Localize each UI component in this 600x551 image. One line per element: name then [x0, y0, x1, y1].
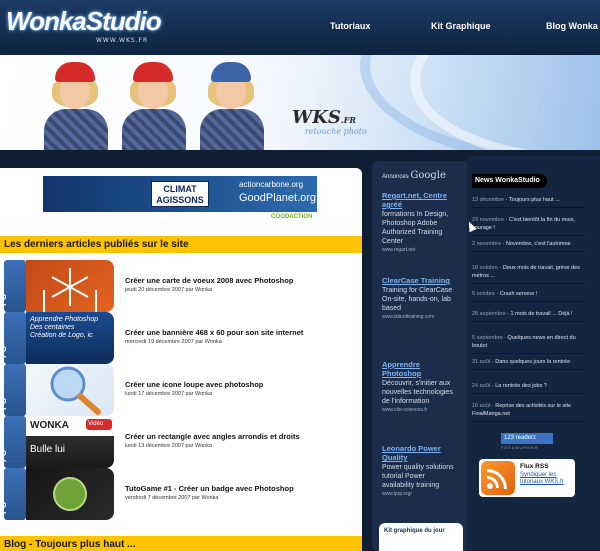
snowflake-icon: [43, 268, 97, 312]
rss-icon: [481, 461, 515, 495]
rss-title: Flux RSS: [520, 463, 549, 470]
news-item[interactable]: 23 novembre · C'est bientôt la fin du mo…: [472, 216, 585, 236]
article-title[interactable]: Créer une bannière 468 x 60 pour son sit…: [125, 328, 303, 337]
kit-du-jour-box[interactable]: Kit graphique du jour: [379, 523, 463, 551]
ad-banner[interactable]: CLIMAT AGISSONS actioncarbone.org GoodPl…: [43, 176, 317, 212]
ps-badge: PS: [0, 468, 26, 520]
news-item[interactable]: 31 août · Dans quelques jours la rentrée: [472, 358, 585, 370]
articles-section-title: Les derniers articles publiés sur le sit…: [0, 236, 362, 253]
google-ad[interactable]: Apprendre Photoshop Découvrir, s'initier…: [382, 360, 454, 413]
article-title[interactable]: Créer une carte de voeux 2008 avec Photo…: [125, 276, 293, 285]
site-header: WonkaStudio WWW.WKS.FR Tutoriaux Kit Gra…: [0, 0, 600, 55]
header-banner: [0, 55, 600, 150]
banner-person-photo: [118, 57, 190, 150]
ad-text: Découvrir, s'initier aux nouvelles techn…: [382, 380, 453, 405]
news-item[interactable]: 2 novembre · Novembre, c'est l'automne: [472, 240, 585, 252]
ad-url[interactable]: www.lpqi.org/: [382, 491, 454, 497]
article-item[interactable]: PS TutoGame #1 - Créer un badge avec Pho…: [0, 468, 360, 520]
article-title[interactable]: TutoGame #1 - Créer un badge avec Photos…: [125, 484, 294, 493]
nav-kit-graphique[interactable]: Kit Graphique: [431, 21, 491, 31]
banner-person-photo: [40, 57, 112, 150]
article-thumbnail[interactable]: [26, 468, 114, 520]
main-content: CLIMAT AGISSONS actioncarbone.org GoodPl…: [0, 168, 362, 551]
article-item[interactable]: PS Créer une carte de voeux 2008 avec Ph…: [0, 260, 360, 312]
article-date: vendredi 7 décembre 2007 par Wonka: [125, 495, 219, 501]
rss-feed-box[interactable]: Flux RSS Syndiquer les tutoriaux WKS.fr: [479, 459, 575, 497]
google-ads-column: Annonces Google Regart.net, Centre agréé…: [372, 161, 472, 551]
badge-icon: [53, 477, 87, 511]
ad-url[interactable]: www.regart.net: [382, 247, 454, 253]
ad-climat-box: CLIMAT AGISSONS: [151, 181, 209, 207]
article-date: jeudi 20 décembre 2007 par Wonka: [125, 287, 213, 293]
ad-url[interactable]: www.cite-sciences.fr: [382, 407, 454, 413]
news-item[interactable]: 28 septembre · 1 mois de travail ... Déj…: [472, 310, 585, 322]
news-column: News WonkaStudio 13 décembre · Toujours …: [467, 156, 600, 551]
kit-du-jour-label: Kit graphique du jour: [384, 528, 445, 534]
ad-text: Training for ClearCase On-site, hands-on…: [382, 287, 453, 312]
wks-tagline: retouche photo: [305, 127, 367, 136]
article-title[interactable]: Créer un rectangle avec angles arrondis …: [125, 432, 300, 441]
readerz-provider: FEEDBURNER: [501, 445, 539, 450]
blog-section-title: Blog - Toujours plus haut ...: [0, 536, 362, 551]
article-title[interactable]: Créer une icone loupe avec photoshop: [125, 380, 263, 389]
news-item[interactable]: 24 août · La rentrée des jobs ?: [472, 382, 585, 394]
news-item[interactable]: 18 octobre · Deux mois de travail, grève…: [472, 264, 585, 284]
ad-text: Power quality solutions tutorial Power a…: [382, 464, 454, 489]
news-item[interactable]: 5 septembre · Quelques news en direct du…: [472, 334, 585, 354]
news-section-title: News WonkaStudio: [472, 174, 547, 188]
ps-badge: PS: [0, 260, 26, 312]
ad-goodaction-label: GOODACTION: [271, 214, 313, 220]
wks-logo: WKS.FR: [292, 107, 356, 128]
thumbnail-caption: Apprendre Photoshop Des centaines Créati…: [30, 316, 99, 339]
ad-title[interactable]: Regart.net, Centre agréé: [382, 191, 454, 209]
article-date: mercredi 19 décembre 2007 par Wonka: [125, 339, 222, 345]
article-item[interactable]: PS Apprendre Photoshop Des centaines Cré…: [0, 312, 360, 364]
ad-title[interactable]: ClearCase Training: [382, 276, 454, 285]
nav-blog-wonka[interactable]: Blog Wonka: [546, 21, 598, 31]
logo-subtitle: WWW.WKS.FR: [96, 37, 149, 44]
ps-badge: PS: [0, 364, 26, 416]
readerz-badge[interactable]: 123 readerz: [501, 433, 553, 444]
ad-url[interactable]: www.islandtraining.com: [382, 314, 454, 320]
ps-badge: PS: [0, 312, 26, 364]
site-logo[interactable]: WonkaStudio WWW.WKS.FR: [6, 6, 162, 48]
news-item[interactable]: 13 décembre · Toujours plus haut ...: [472, 196, 585, 208]
google-ad[interactable]: ClearCase Training Training for ClearCas…: [382, 276, 454, 320]
google-ads-label: Annonces Google: [382, 170, 446, 181]
nav-tutoriaux[interactable]: Tutoriaux: [330, 21, 370, 31]
news-item[interactable]: 5 octobre · Crash serveur !: [472, 290, 585, 302]
ps-badge: PS: [0, 416, 26, 468]
article-thumbnail[interactable]: [26, 260, 114, 312]
magnifier-icon: [50, 366, 101, 415]
banner-person-photo: [196, 57, 268, 150]
ad-brand-goodplanet: GoodPlanet.org: [239, 192, 317, 204]
logo-text: WonkaStudio: [6, 6, 162, 36]
article-thumbnail[interactable]: WONKA Vidéo Bulle lui: [26, 416, 114, 468]
ad-title[interactable]: Apprendre Photoshop: [382, 360, 454, 378]
article-thumbnail[interactable]: [26, 364, 114, 416]
article-date: lundi 17 décembre 2007 par Wonka: [125, 391, 213, 397]
ad-text: formations In Design, Photoshop Adobe Au…: [382, 211, 449, 245]
google-ad[interactable]: Leonardo Power Quality Power quality sol…: [382, 444, 454, 497]
rss-link[interactable]: Syndiquer les tutoriaux WKS.fr: [520, 472, 574, 486]
article-item[interactable]: PS WONKA Vidéo Bulle lui Créer un rectan…: [0, 416, 360, 468]
article-item[interactable]: PS Créer une icone loupe avec photoshop …: [0, 364, 360, 416]
article-date: lundi 13 décembre 2007 par Wonka: [125, 443, 213, 449]
news-item[interactable]: 16 août · Reprise des activités sur le s…: [472, 402, 585, 422]
ad-brand-actioncarbone: actioncarbone.org: [239, 180, 304, 189]
ad-title[interactable]: Leonardo Power Quality: [382, 444, 454, 462]
article-thumbnail[interactable]: Apprendre Photoshop Des centaines Créati…: [26, 312, 114, 364]
google-ad[interactable]: Regart.net, Centre agréé formations In D…: [382, 191, 454, 253]
thumbnail-caption: Bulle lui: [30, 444, 66, 455]
